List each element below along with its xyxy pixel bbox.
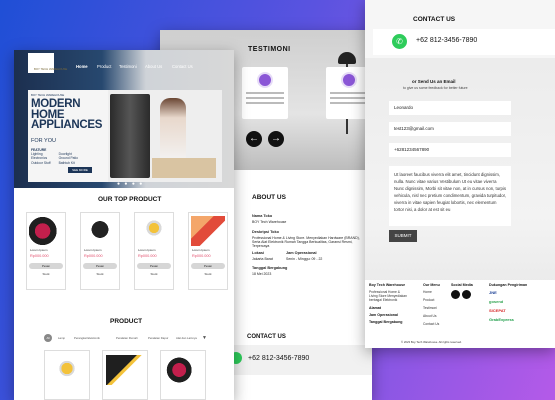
testimoni-card xyxy=(242,67,288,119)
product-image xyxy=(106,355,144,385)
brand-logo[interactable]: BOY TECH WAREHOUSE xyxy=(28,53,67,73)
product-card[interactable]: Lorem Ipsum Rp000.000 Pesan Stock xyxy=(80,212,120,290)
contact-title: CONTACT US xyxy=(413,16,456,23)
filter-lainnya[interactable]: Alat dan Lainnya xyxy=(176,334,197,342)
filter-elektronik[interactable]: Perangkat Elektronik xyxy=(74,334,100,342)
product-card[interactable]: Lorem Ipsum Rp000.000 Pesan Stock xyxy=(188,212,228,290)
nav-product[interactable]: Product xyxy=(97,64,111,69)
email-heading: or Send Us an Email xyxy=(412,79,456,84)
product-image xyxy=(164,355,202,385)
product-title: PRODUCT xyxy=(110,318,143,325)
desk-image xyxy=(152,158,216,178)
footer-link-about[interactable]: About Us xyxy=(423,314,440,318)
product-image xyxy=(191,216,225,246)
product-card[interactable] xyxy=(44,350,90,400)
filter-lamp[interactable]: Lamp xyxy=(58,334,65,342)
nav-home[interactable]: Home xyxy=(76,64,88,69)
about-lokasi: Lokasi Jakarta Barat xyxy=(252,251,273,261)
email-subheading: to give us some feedback for better futu… xyxy=(403,86,468,90)
product-image xyxy=(83,216,117,246)
submit-button[interactable]: SUBMIT xyxy=(389,230,417,242)
product-card[interactable] xyxy=(102,350,148,400)
arrow-left-icon[interactable]: ← xyxy=(246,131,262,147)
about-jam: Jam Operasional Senin - Minggu: 09 - 22 xyxy=(286,251,323,261)
footer-social: Social Media xyxy=(451,283,473,300)
footer-brand: Boy Tech Warehouse Professional Home & L… xyxy=(369,283,407,324)
footer-menu: Our Menu Home Product Testimoni About Us… xyxy=(423,283,440,326)
product-card[interactable]: Lorem Ipsum Rp000.000 Pesan Stock xyxy=(134,212,174,290)
message-field[interactable]: Ut laoreet faucibus viverra elit amet, t… xyxy=(389,166,511,226)
avatar xyxy=(341,72,357,88)
category-filter-bar: All Lamp Perangkat Elektronik Peralatan … xyxy=(44,334,208,342)
nav-contact[interactable]: Contact Us xyxy=(172,64,193,69)
about-tanggal: Tanggal Bergabung 18 Mei 2023 xyxy=(252,266,288,276)
footer-link-testimoni[interactable]: Testimoni xyxy=(423,306,440,310)
contact-phone[interactable]: +62 812-3456-7890 xyxy=(416,37,477,44)
hero-brand: BOY TECH WAREHOUSE xyxy=(31,93,65,97)
see-more-button[interactable]: SEE MORE xyxy=(68,167,92,173)
whatsapp-icon[interactable]: ✆ xyxy=(392,34,407,49)
footer: Boy Tech Warehouse Professional Home & L… xyxy=(365,280,555,348)
pesan-button[interactable]: Pesan xyxy=(191,263,225,269)
pesan-button[interactable]: Pesan xyxy=(29,263,63,269)
filter-rumah[interactable]: Peralatan Rumah xyxy=(116,334,138,342)
phone-field[interactable]: +6281234567890 xyxy=(389,143,511,157)
person-image xyxy=(160,98,186,164)
filter-dapur[interactable]: Peralatan Dapur xyxy=(148,334,168,342)
hero-banner: BOY TECH WAREHOUSE MODERN HOME APPLIANCE… xyxy=(28,90,222,182)
sicepat-logo: SICEPAT xyxy=(489,308,506,313)
jne-logo: JNE xyxy=(489,290,497,295)
product-card[interactable] xyxy=(160,350,206,400)
facebook-icon[interactable] xyxy=(451,290,460,299)
hero-feature-list: FEATURE Lighting Electronics Outdoor Stu… xyxy=(31,148,78,165)
avatar xyxy=(257,72,273,88)
grabexpress-logo: GrabExpress xyxy=(489,317,514,322)
filter-all[interactable]: All xyxy=(44,334,52,342)
about-nama: Nama Toko BOY Tech Warehouse xyxy=(252,214,287,224)
about-title: ABOUT US xyxy=(252,194,286,201)
product-image xyxy=(137,216,171,246)
product-card[interactable]: Lorem Ipsum Rp000.000 Pesan Stock xyxy=(26,212,66,290)
footer-link-product[interactable]: Product xyxy=(423,298,440,302)
name-field[interactable]: Leonardo xyxy=(389,101,511,115)
product-image xyxy=(48,355,86,385)
hero-subtitle: FOR YOU xyxy=(31,138,56,144)
hero-section: BOY TECH WAREHOUSE Home Product Testimon… xyxy=(14,50,234,188)
nav-about[interactable]: About Us xyxy=(145,64,162,69)
pesan-button[interactable]: Pesan xyxy=(137,263,171,269)
footer-shipping: Dukungan Pengiriman JNE gosend SICEPAT G… xyxy=(489,283,528,322)
contact-page: CONTACT US ✆ +62 812-3456-7890 or Send U… xyxy=(365,0,555,348)
product-image xyxy=(29,216,63,246)
contact-phone[interactable]: +62 812-3456-7890 xyxy=(248,355,309,362)
filter-icon[interactable]: ▼ xyxy=(202,334,207,342)
fridge-image xyxy=(110,94,150,178)
carousel-dots[interactable]: ● ● ● ● xyxy=(117,181,144,187)
email-field[interactable]: test123@gmail.com xyxy=(389,122,511,136)
testimoni-title: TESTIMONI xyxy=(248,46,291,53)
arrow-right-icon[interactable]: → xyxy=(268,131,284,147)
gosend-logo: gosend xyxy=(489,299,504,304)
hero-title: MODERN HOME APPLIANCES xyxy=(31,98,103,131)
contact-title: CONTACT US xyxy=(247,334,286,340)
nav-testimoni[interactable]: Testimoni xyxy=(119,64,137,69)
home-page: BOY TECH WAREHOUSE Home Product Testimon… xyxy=(14,50,234,400)
lamp-decoration xyxy=(338,52,356,64)
pesan-button[interactable]: Pesan xyxy=(83,263,117,269)
footer-link-home[interactable]: Home xyxy=(423,290,440,294)
copyright: © 2023 Boy Tech Warehouse. All rights re… xyxy=(401,340,462,344)
footer-link-contact[interactable]: Contact Us xyxy=(423,322,440,326)
top-product-title: OUR TOP PRODUCT xyxy=(98,196,162,203)
about-deskripsi: Deskripsi Toko Professional Home & Livin… xyxy=(252,230,360,248)
instagram-icon[interactable] xyxy=(462,290,471,299)
